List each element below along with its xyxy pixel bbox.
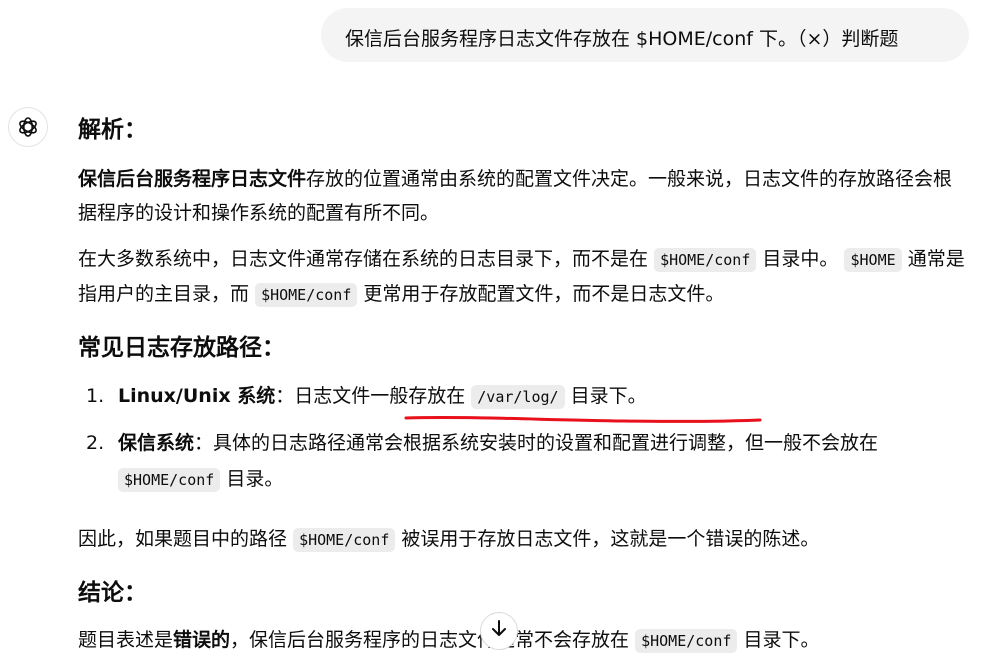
inline-code: $HOME/conf xyxy=(255,283,358,307)
para3-text-1: 因此，如果题目中的路径 xyxy=(78,528,288,550)
para4-text-2: ，保信后台服务程序的日志文件通常不会存放在 xyxy=(230,629,630,651)
list-item-bold: 保信系统 xyxy=(118,432,195,454)
para3-text-2: 被误用于存放日志文件，这就是一个错误的陈述。 xyxy=(401,528,820,550)
para2-text-4: 更常用于存放配置文件，而不是日志文件。 xyxy=(363,283,725,305)
list-item-text: ：具体的日志路径通常会根据系统安装时的设置和配置进行调整，但一般不会放在 xyxy=(194,432,879,454)
assistant-avatar xyxy=(8,107,48,147)
list-item-bold: Linux/Unix 系统 xyxy=(118,385,276,407)
inline-code: $HOME/conf xyxy=(118,468,221,492)
para2-text-2: 目录中。 xyxy=(762,248,839,270)
para4-text-3: 目录下。 xyxy=(743,629,820,651)
analysis-paragraph-1: 保信后台服务程序日志文件存放的位置通常由系统的配置文件决定。一般来说，日志文件的… xyxy=(78,162,968,230)
inline-code: $HOME/conf xyxy=(293,528,396,552)
analysis-paragraph-3: 因此，如果题目中的路径 $HOME/conf 被误用于存放日志文件，这就是一个错… xyxy=(78,522,968,557)
list-item: 1. Linux/Unix 系统：日志文件一般存放在 /var/log/ 目录下… xyxy=(78,378,968,415)
arrow-down-icon xyxy=(492,620,506,636)
list-item-text: ：日志文件一般存放在 xyxy=(275,385,466,407)
list-number: 2. xyxy=(86,432,105,454)
conclusion-bold: 错误的 xyxy=(173,629,231,651)
list-item-text: 目录下。 xyxy=(570,385,647,407)
analysis-paragraph-2: 在大多数系统中，日志文件通常存储在系统的日志目录下，而不是在 $HOME/con… xyxy=(78,242,968,312)
list-item: 2. 保信系统：具体的日志路径通常会根据系统安装时的设置和配置进行调整，但一般不… xyxy=(78,425,968,498)
user-message-text: 保信后台服务程序日志文件存放在 $HOME/conf 下。（×）判断题 xyxy=(345,28,899,50)
list-item-text: 目录。 xyxy=(226,468,284,490)
para2-text-1: 在大多数系统中，日志文件通常存储在系统的日志目录下，而不是在 xyxy=(78,248,649,270)
paths-heading: 常见日志存放路径： xyxy=(78,335,285,361)
inline-code: $HOME xyxy=(844,248,902,272)
scroll-to-bottom-button[interactable] xyxy=(480,612,518,650)
conclusion-heading: 结论： xyxy=(78,580,147,606)
para4-text-1: 题目表述是 xyxy=(78,629,174,651)
paths-list: 1. Linux/Unix 系统：日志文件一般存放在 /var/log/ 目录下… xyxy=(78,378,968,498)
openai-logo-icon xyxy=(19,117,37,137)
inline-code: /var/log/ xyxy=(471,385,565,409)
assistant-message: 解析： 保信后台服务程序日志文件存放的位置通常由系统的配置文件决定。一般来说，日… xyxy=(78,112,968,658)
list-number: 1. xyxy=(86,385,105,407)
analysis-heading: 解析： xyxy=(78,117,147,143)
inline-code: $HOME/conf xyxy=(654,248,757,272)
subject-bold: 保信后台服务程序日志文件 xyxy=(78,168,307,190)
user-message-bubble: 保信后台服务程序日志文件存放在 $HOME/conf 下。（×）判断题 xyxy=(321,8,969,62)
conclusion-paragraph: 题目表述是错误的，保信后台服务程序的日志文件通常不会存放在 $HOME/conf… xyxy=(78,623,968,658)
inline-code: $HOME/conf xyxy=(635,629,738,653)
